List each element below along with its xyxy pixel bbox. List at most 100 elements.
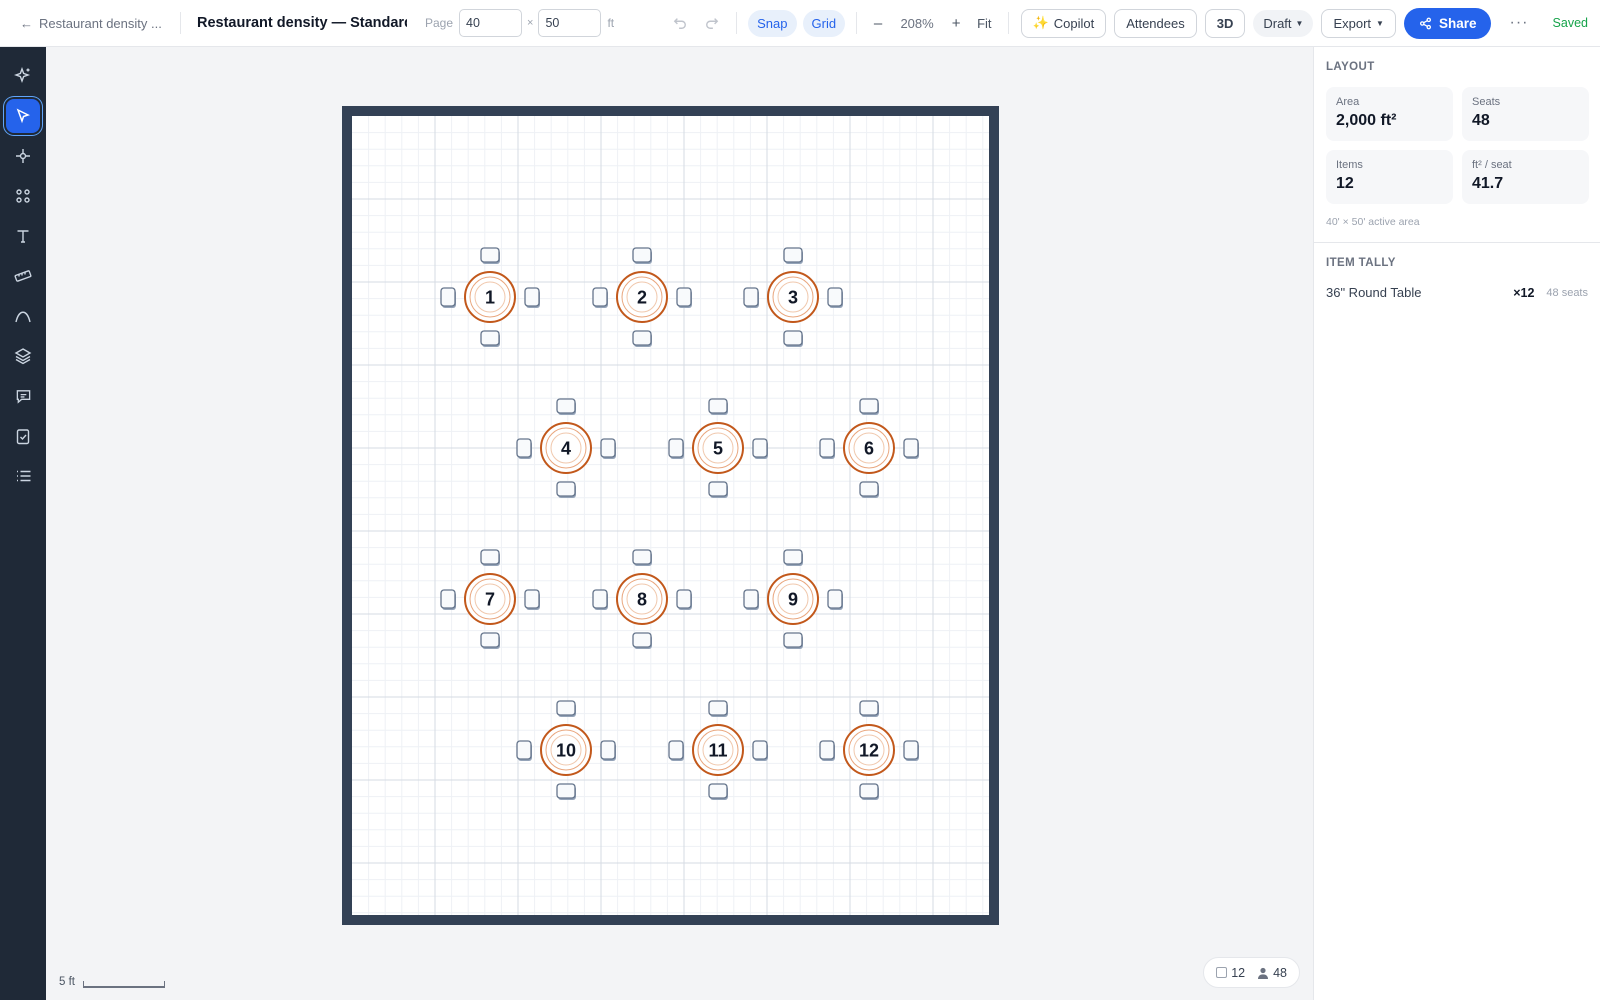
chair (903, 740, 919, 760)
chair (480, 549, 500, 565)
copilot-button[interactable]: ✨ Copilot (1020, 8, 1107, 38)
chair (819, 740, 835, 760)
fit-button[interactable]: Fit (969, 16, 999, 31)
table-number: 2 (637, 288, 647, 308)
chair (480, 247, 500, 263)
status-label: Draft (1263, 15, 1292, 31)
share-button[interactable]: Share (1403, 7, 1492, 39)
chair (676, 287, 692, 307)
tally-row[interactable]: 36" Round Table ×12 48 seats (1314, 269, 1600, 300)
ai-tool[interactable] (6, 59, 40, 93)
scale-bar (82, 981, 165, 988)
chair (668, 740, 684, 760)
nodes-icon (16, 149, 30, 163)
caret-down-icon: ▼ (1376, 18, 1384, 28)
items-label: Items (1336, 159, 1363, 171)
chair (827, 589, 843, 609)
chair (903, 438, 919, 458)
view-3d-button[interactable]: 3D (1204, 8, 1246, 38)
zoom-in-button[interactable]: + (943, 15, 969, 32)
text-icon (17, 230, 29, 243)
chair (708, 481, 728, 497)
zoom-out-button[interactable]: – (865, 15, 891, 32)
chair (783, 247, 803, 263)
chair (819, 438, 835, 458)
zoom-level[interactable]: 208% (891, 16, 943, 31)
divider (1007, 12, 1009, 34)
table-number: 11 (708, 741, 727, 761)
arrow-left-icon: ← (20, 15, 33, 31)
chair (600, 740, 616, 760)
chair (592, 287, 608, 307)
unit-label: ft (607, 16, 615, 30)
page-width-input[interactable] (459, 9, 523, 37)
divider (856, 12, 858, 34)
seats-stat: Seats 48 (1462, 87, 1589, 141)
area-label: Area (1336, 96, 1360, 108)
tally-item-qty: ×12 (1513, 285, 1535, 300)
redo-button[interactable] (696, 8, 728, 38)
list-icon (16, 470, 30, 482)
ruler-icon (14, 270, 32, 282)
undo-button[interactable] (664, 8, 696, 38)
snap-toggle[interactable]: Snap (748, 9, 797, 37)
chair (752, 438, 768, 458)
table-number: 9 (788, 590, 798, 610)
times-sign: × (527, 17, 534, 29)
text-tool[interactable] (6, 219, 40, 253)
chair (783, 632, 803, 648)
checklist-tool[interactable] (6, 419, 40, 453)
components-tool[interactable] (6, 179, 40, 213)
chair (783, 549, 803, 565)
chair (632, 549, 652, 565)
more-menu-button[interactable]: ··· (1509, 14, 1528, 32)
chair (600, 438, 616, 458)
status-dropdown[interactable]: Draft ▼ (1253, 9, 1314, 37)
caret-down-icon: ▼ (1295, 18, 1304, 28)
attendees-button[interactable]: Attendees (1114, 8, 1197, 38)
table-number: 1 (485, 288, 495, 308)
curve-tool[interactable] (6, 299, 40, 333)
chair (480, 632, 500, 648)
chair (592, 589, 608, 609)
table-number: 7 (485, 590, 495, 610)
undo-icon (673, 18, 687, 29)
select-tool[interactable] (6, 99, 40, 133)
chair (632, 632, 652, 648)
export-label: Export (1333, 15, 1372, 31)
page-height-input[interactable] (538, 9, 602, 37)
chair (556, 481, 576, 497)
area-value: 2,000 ft² (1336, 112, 1397, 129)
chair (859, 398, 879, 414)
canvas[interactable]: 1 2 3 4 5 6 7 8 9 10 11 12 5 ft 12 48 (46, 47, 1313, 1000)
item-count-value: 12 (1231, 965, 1246, 980)
chair (516, 438, 532, 458)
comments-tool[interactable] (6, 379, 40, 413)
floor-plan[interactable]: 1 2 34 5 67 8 910 11 12 (46, 47, 1313, 1000)
chair (783, 330, 803, 346)
back-link[interactable]: ← Restaurant density ... (0, 16, 172, 31)
document-title[interactable]: Restaurant density — Standard (197, 15, 407, 31)
chair (440, 589, 456, 609)
items-stat: Items 12 (1326, 150, 1453, 204)
chair (708, 398, 728, 414)
grid-toggle[interactable]: Grid (802, 9, 846, 37)
nodes-tool[interactable] (6, 139, 40, 173)
item-count: 12 (1216, 966, 1245, 980)
chair (827, 287, 843, 307)
ratio-value: 41.7 (1472, 175, 1504, 192)
export-dropdown[interactable]: Export ▼ (1321, 8, 1396, 38)
pointer-icon (16, 108, 30, 124)
comment-icon (16, 389, 30, 404)
tally-section-title: ITEM TALLY (1326, 257, 1396, 269)
ratio-label: ft² / seat (1472, 159, 1512, 171)
chair (440, 287, 456, 307)
chair (524, 589, 540, 609)
measure-tool[interactable] (6, 259, 40, 293)
chair (859, 700, 879, 716)
seats-label: Seats (1472, 96, 1501, 108)
list-tool[interactable] (6, 459, 40, 493)
chair (480, 330, 500, 346)
layers-tool[interactable] (6, 339, 40, 373)
layers-icon (14, 348, 32, 365)
